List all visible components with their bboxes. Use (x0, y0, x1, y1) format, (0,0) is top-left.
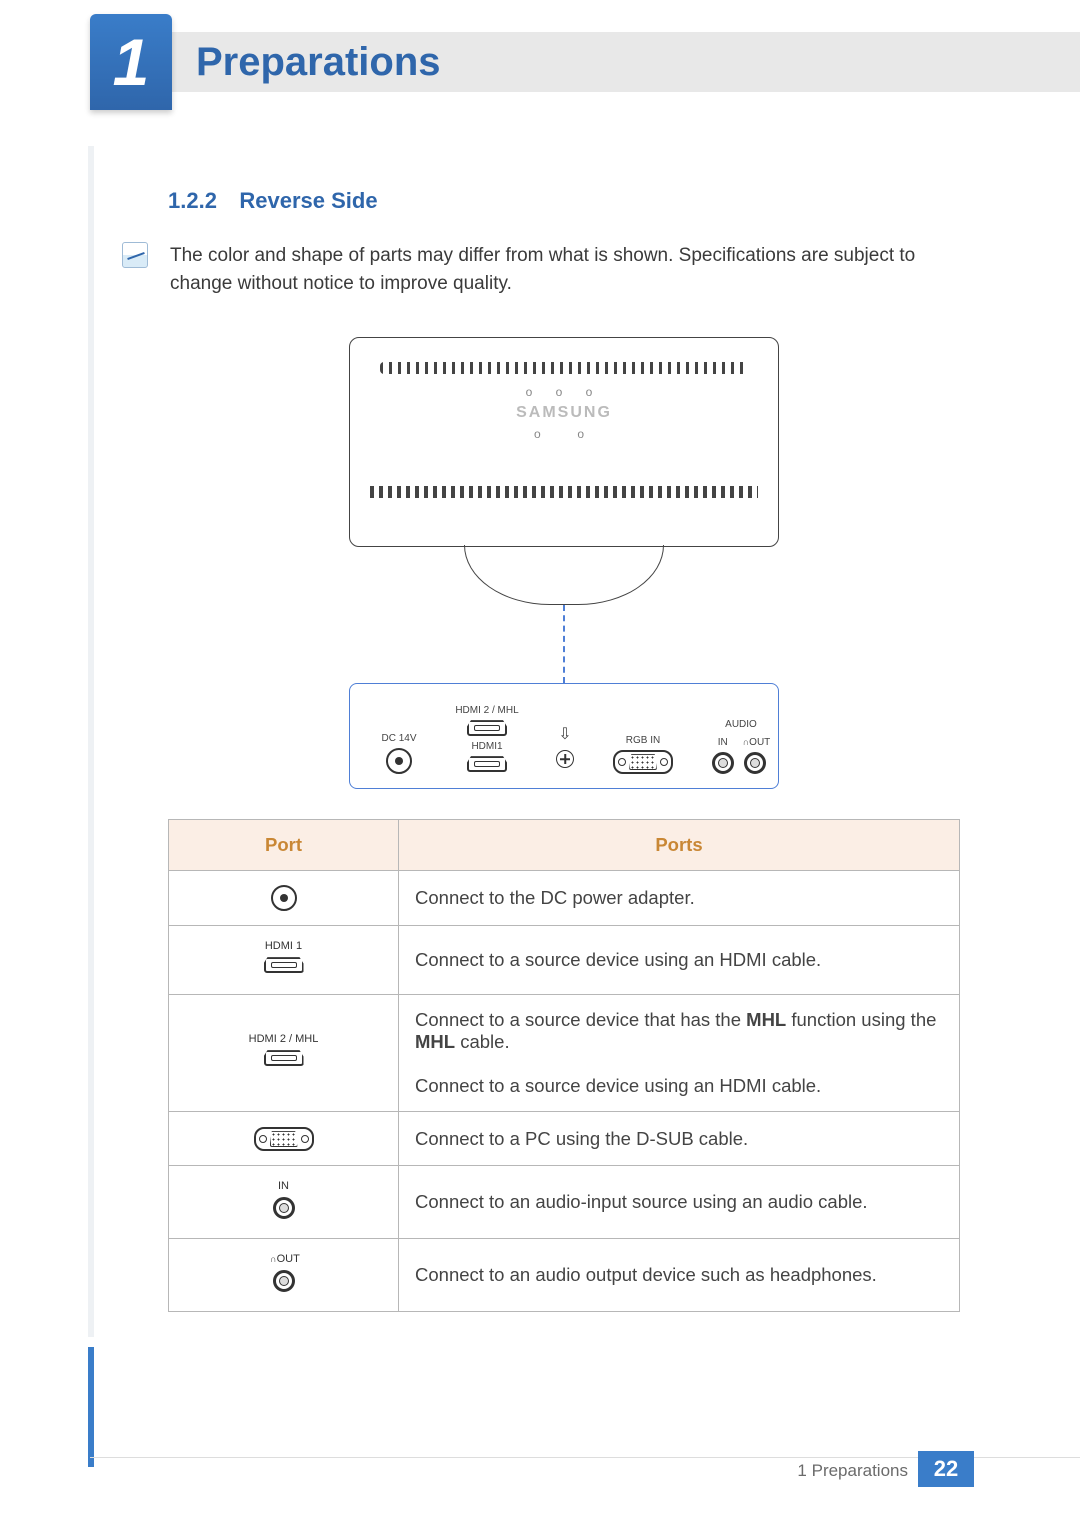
chapter-number: 1 (113, 24, 150, 100)
panel-hdmi2-label: HDMI 2 / MHL (442, 706, 532, 716)
note-text: The color and shape of parts may differ … (170, 242, 960, 297)
row4-icon: IN (169, 1166, 399, 1239)
panel-hdmi1-label: HDMI1 (442, 742, 532, 752)
content-area: 1.2.2 Reverse Side The color and shape o… (168, 188, 960, 1312)
row5-desc: Connect to an audio output device such a… (399, 1239, 960, 1312)
section-heading: 1.2.2 Reverse Side (168, 188, 960, 214)
row0-desc: Connect to the DC power adapter. (399, 871, 960, 926)
panel-rgb-label: RGB IN (598, 736, 688, 746)
hdmi1-port-icon (467, 756, 507, 772)
hdmi2-port-icon (467, 720, 507, 736)
ports-panel: DC 14V HDMI 2 / MHL HDMI1 ⇩ (349, 683, 779, 789)
arrow-down-icon: ⇩ (540, 724, 590, 744)
side-strip-light (88, 146, 94, 1337)
panel-screw-col: ⇩ (540, 724, 590, 774)
audio-in-jack-icon (712, 752, 734, 774)
reverse-side-figure: o o o SAMSUNG o o DC 14V HDMI 2 / MHL (349, 337, 779, 789)
vesa-bottom-row: o o (370, 428, 758, 440)
row4-icon-label: IN (185, 1180, 382, 1192)
ports-table-header-port: Port (169, 820, 399, 871)
page-number: 22 (918, 1451, 974, 1487)
row1-icon: HDMI 1 (169, 926, 399, 995)
panel-audio-col: AUDIO IN OUT (696, 720, 786, 774)
panel-dc-label: DC 14V (364, 734, 434, 744)
footer-chapter-label: 1 Preparations (797, 1461, 908, 1481)
section-title: Reverse Side (239, 188, 377, 213)
table-row: Connect to a PC using the D-SUB cable. (169, 1112, 960, 1166)
ports-table: Port Ports Connect to the DC power adapt… (168, 819, 960, 1312)
monitor-stand (464, 545, 664, 605)
brand-logo: SAMSUNG (370, 404, 758, 422)
row5-icon: OUT (169, 1239, 399, 1312)
chapter-badge: 1 (90, 14, 172, 110)
panel-dc-col: DC 14V (364, 700, 434, 774)
callout-line (563, 605, 565, 683)
ports-table-header-desc: Ports (399, 820, 960, 871)
note-icon (122, 242, 148, 268)
dc-jack-icon (386, 748, 412, 774)
table-row: OUT Connect to an audio output device su… (169, 1239, 960, 1312)
panel-hdmi-col: HDMI 2 / MHL HDMI1 (442, 706, 532, 774)
row1-desc: Connect to a source device using an HDMI… (399, 926, 960, 995)
row3-icon (169, 1112, 399, 1166)
screw-icon (556, 750, 574, 768)
chapter-title: Preparations (196, 40, 441, 85)
table-row: HDMI 2 / MHL Connect to a source device … (169, 995, 960, 1112)
panel-audio-in-label: IN (712, 738, 734, 748)
row1-icon-label: HDMI 1 (185, 940, 382, 952)
monitor-back-outline: o o o SAMSUNG o o (349, 337, 779, 547)
note-row: The color and shape of parts may differ … (168, 242, 960, 297)
panel-rgb-col: RGB IN (598, 702, 688, 774)
panel-audio-out-label: OUT (740, 738, 771, 748)
row0-icon (169, 871, 399, 926)
panel-audio-group: AUDIO (696, 720, 786, 730)
page: 1 Preparations 1.2.2 Reverse Side The co… (0, 0, 1080, 1527)
row2-desc: Connect to a source device that has the … (399, 995, 960, 1112)
audio-out-jack-icon (744, 752, 766, 774)
row5-icon-label: OUT (185, 1253, 382, 1265)
section-number: 1.2.2 (168, 188, 217, 213)
top-vent (380, 362, 748, 374)
row3-desc: Connect to a PC using the D-SUB cable. (399, 1112, 960, 1166)
table-row: HDMI 1 Connect to a source device using … (169, 926, 960, 995)
row2-icon-label: HDMI 2 / MHL (185, 1033, 382, 1045)
vesa-top-row: o o o (370, 386, 758, 398)
table-row: IN Connect to an audio-input source usin… (169, 1166, 960, 1239)
table-row: Connect to the DC power adapter. (169, 871, 960, 926)
row2-icon: HDMI 2 / MHL (169, 995, 399, 1112)
bottom-vent (370, 486, 758, 498)
footer: 1 Preparations 22 (0, 1447, 1080, 1487)
vga-port-icon (613, 750, 673, 774)
row4-desc: Connect to an audio-input source using a… (399, 1166, 960, 1239)
